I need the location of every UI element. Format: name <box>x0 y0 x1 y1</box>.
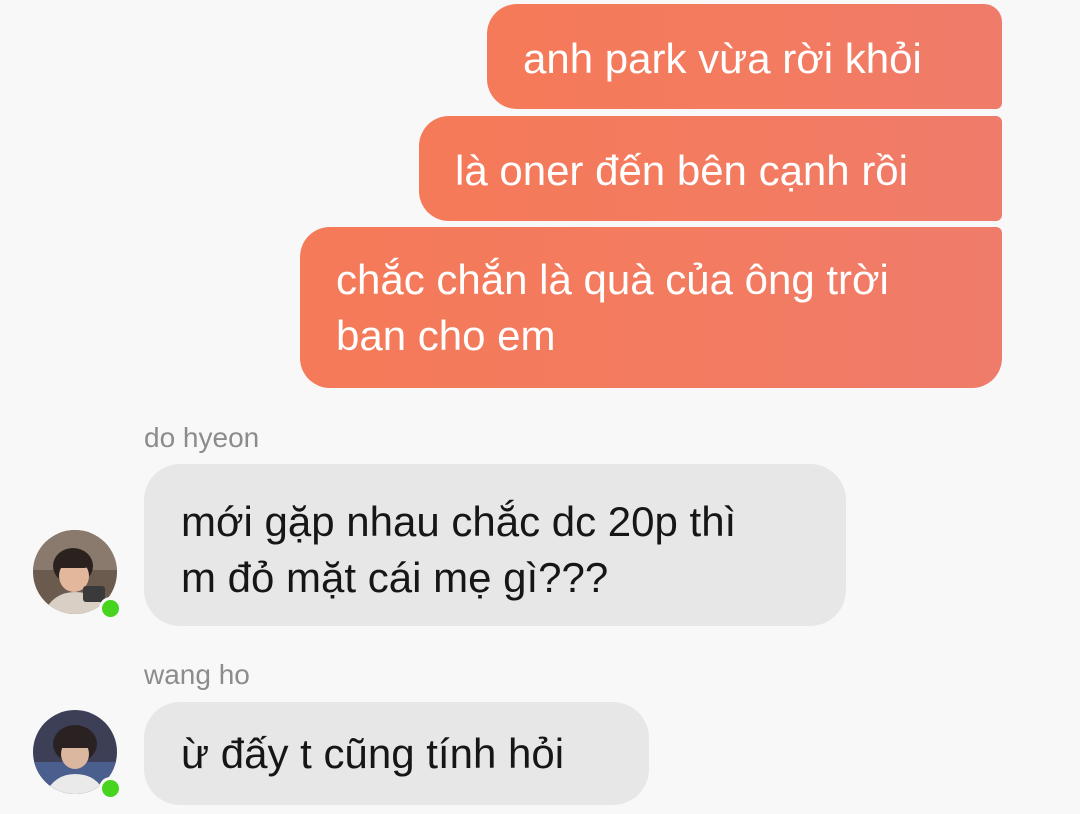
incoming-message[interactable]: ừ đấy t cũng tính hỏi <box>144 702 649 805</box>
sender-name: do hyeon <box>144 422 260 453</box>
outgoing-message[interactable]: anh park vừa rời khỏi <box>487 4 1002 109</box>
online-status-icon <box>99 597 122 620</box>
outgoing-message[interactable]: là oner đến bên cạnh rồi <box>419 116 1002 221</box>
online-status-icon <box>99 777 122 800</box>
incoming-message[interactable]: mới gặp nhau chắc dc 20p thì m đỏ mặt cá… <box>144 464 846 626</box>
avatar[interactable] <box>33 530 122 620</box>
avatar[interactable] <box>33 710 122 800</box>
sender-name: wang ho <box>144 659 250 690</box>
chat-thread: anh park vừa rời khỏi là oner đến bên cạ… <box>0 0 1080 814</box>
outgoing-message[interactable]: chắc chắn là quà của ông trời ban cho em <box>300 227 1002 388</box>
